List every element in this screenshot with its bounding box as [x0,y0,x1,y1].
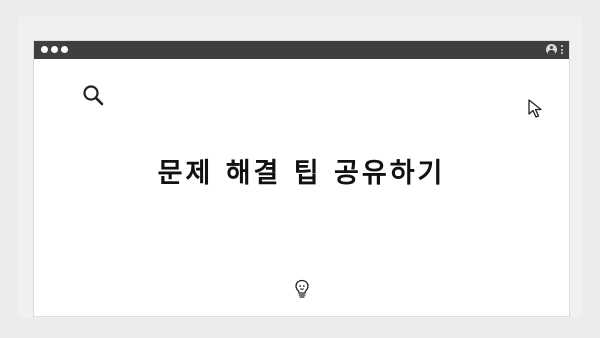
search-icon[interactable] [81,83,107,109]
minimize-window-dot[interactable] [51,46,58,53]
maximize-window-dot[interactable] [61,46,68,53]
close-window-dot[interactable] [41,46,48,53]
browser-window: 문제 해결 팁 공유하기 [33,40,570,317]
mouse-pointer-icon [528,99,542,118]
kebab-menu-icon[interactable] [561,45,563,54]
browser-titlebar [34,41,569,59]
titlebar-actions [546,44,563,55]
illustration-stage: 문제 해결 팁 공유하기 [0,0,600,338]
lightbulb-icon [295,279,309,298]
page-headline: 문제 해결 팁 공유하기 [157,158,446,189]
user-account-icon[interactable] [546,44,557,55]
window-controls [41,46,68,53]
